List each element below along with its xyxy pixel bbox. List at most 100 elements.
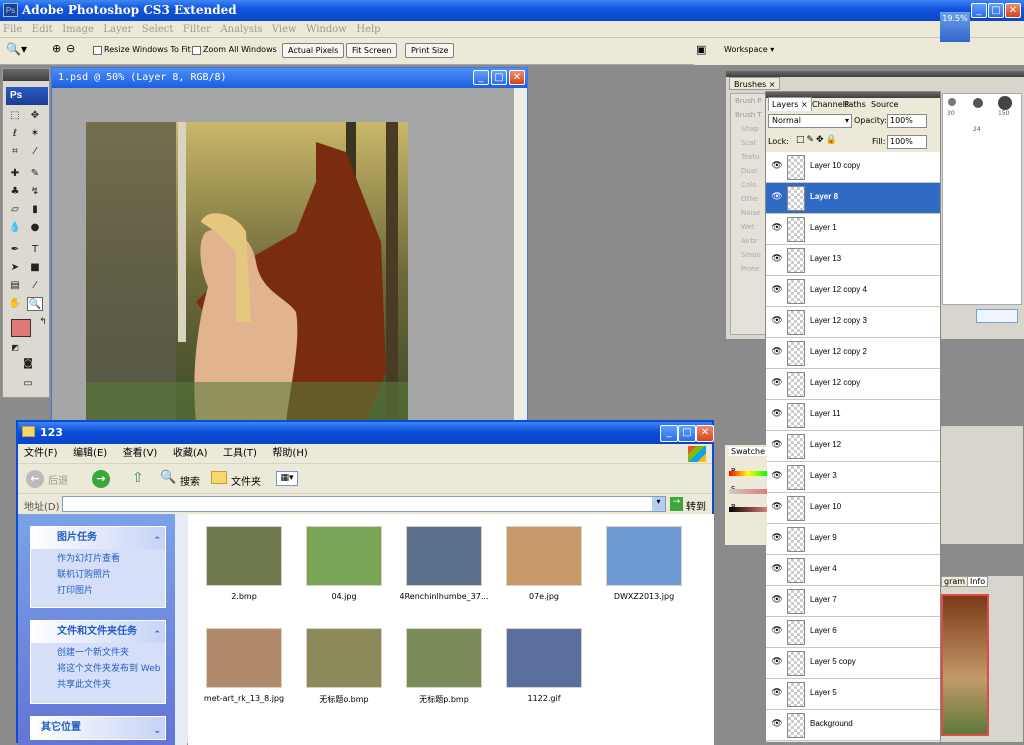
eye-icon[interactable]: 👁 — [771, 564, 783, 574]
layer-thumbnail[interactable] — [787, 589, 805, 614]
tab-source[interactable]: Source — [871, 98, 898, 112]
eraser-tool-icon[interactable]: ▱ — [7, 203, 23, 217]
menu-help[interactable]: Help — [353, 21, 383, 38]
layer-thumbnail[interactable] — [787, 186, 805, 211]
move-tool-icon[interactable]: ✥ — [27, 109, 43, 123]
maximize-button[interactable]: □ — [988, 3, 1004, 18]
fill-field[interactable]: 100% — [887, 135, 927, 149]
menu-image[interactable]: Image — [59, 21, 97, 38]
menu-filter[interactable]: Filter — [180, 21, 214, 38]
brush-protect-item[interactable]: Prote — [731, 262, 769, 276]
task-share-folder[interactable]: 共享此文件夹 — [31, 675, 165, 691]
document-canvas[interactable] — [86, 122, 408, 422]
tab-histogram[interactable]: gram — [941, 576, 969, 587]
eye-icon[interactable]: 👁 — [771, 595, 783, 605]
history-brush-tool-icon[interactable]: ↯ — [27, 185, 43, 199]
brush-color-item[interactable]: Colo — [731, 178, 769, 192]
brush-shape-item[interactable]: Shap — [731, 122, 769, 136]
layer-row[interactable]: 👁 Layer 3 — [766, 462, 940, 493]
tab-brushes[interactable]: Brushes × — [729, 77, 781, 90]
layer-row[interactable]: 👁 Layer 12 — [766, 431, 940, 462]
doc-close-button[interactable]: ✕ — [509, 70, 525, 85]
layer-thumbnail[interactable] — [787, 651, 805, 676]
workspace-menu[interactable]: Workspace ▾ — [724, 45, 774, 54]
file-thumbnail[interactable] — [306, 628, 382, 688]
minimize-button[interactable]: _ — [971, 3, 987, 18]
brush-dot[interactable] — [948, 98, 956, 106]
address-dropdown-icon[interactable]: ▾ — [652, 497, 665, 511]
foreground-color-swatch[interactable] — [11, 319, 31, 337]
file-thumbnail[interactable] — [606, 526, 682, 586]
menu-select[interactable]: Select — [139, 21, 177, 38]
file-thumbnail[interactable] — [206, 526, 282, 586]
color-slider-r[interactable] — [729, 471, 767, 476]
dodge-tool-icon[interactable]: ● — [27, 221, 43, 235]
brush-dual-item[interactable]: Dual — [731, 164, 769, 178]
eye-icon[interactable]: 👁 — [771, 502, 783, 512]
layer-thumbnail[interactable] — [787, 403, 805, 428]
go-button-label[interactable]: 转到 — [686, 498, 706, 513]
doc-minimize-button[interactable]: _ — [473, 70, 489, 85]
collapse-icon[interactable]: ⌃ — [153, 530, 161, 552]
tab-paths[interactable]: Paths — [844, 98, 866, 112]
file-item[interactable]: 2.bmp — [198, 526, 290, 601]
pen-tool-icon[interactable]: ✒ — [7, 243, 23, 257]
layer-thumbnail[interactable] — [787, 558, 805, 583]
layer-row[interactable]: 👁 Layer 1 — [766, 214, 940, 245]
file-thumbnail[interactable] — [406, 526, 482, 586]
tab-swatches[interactable]: Swatche — [729, 447, 768, 456]
layer-row[interactable]: 👁 Layer 12 copy — [766, 369, 940, 400]
zoom-tool-icon[interactable]: 🔍 — [27, 297, 43, 311]
eye-icon[interactable]: 👁 — [771, 688, 783, 698]
blur-tool-icon[interactable]: 💧 — [7, 221, 23, 235]
layer-row[interactable]: 👁 Layer 12 copy 3 — [766, 307, 940, 338]
layer-row[interactable]: 👁 Layer 7 — [766, 586, 940, 617]
eyedropper-tool-icon[interactable]: ⁄ — [27, 145, 43, 159]
layer-thumbnail[interactable] — [787, 279, 805, 304]
quick-mask-icon[interactable]: ◙ — [18, 357, 38, 371]
task-pane-scrollbar[interactable] — [175, 514, 187, 745]
file-tasks-title[interactable]: 文件和文件夹任务 ⌃ — [31, 621, 165, 643]
resize-windows-checkbox[interactable] — [93, 46, 102, 55]
eye-icon[interactable]: 👁 — [771, 285, 783, 295]
xmenu-tools[interactable]: 工具(T) — [217, 444, 263, 464]
measure-eyedropper-tool-icon[interactable]: ⁄ — [27, 279, 43, 293]
eye-icon[interactable]: 👁 — [771, 657, 783, 667]
layer-thumbnail[interactable] — [787, 155, 805, 180]
file-thumbnail[interactable] — [206, 628, 282, 688]
layer-thumbnail[interactable] — [787, 217, 805, 242]
layer-row[interactable]: 👁 Layer 12 copy 2 — [766, 338, 940, 369]
folders-icon[interactable] — [211, 471, 227, 484]
file-thumbnail[interactable] — [306, 526, 382, 586]
views-icon[interactable]: ▦▾ — [276, 471, 298, 486]
brush-preview-area[interactable]: 30 150 24 — [942, 93, 1022, 305]
xmenu-file[interactable]: 文件(F) — [18, 444, 64, 464]
xmenu-edit[interactable]: 编辑(E) — [67, 444, 113, 464]
xmenu-view[interactable]: 查看(V) — [117, 444, 164, 464]
eye-icon[interactable]: 👁 — [771, 192, 783, 202]
eye-icon[interactable]: 👁 — [771, 223, 783, 233]
bridge-icon[interactable]: ▣ — [696, 43, 716, 59]
menu-file[interactable]: File — [0, 21, 25, 38]
layer-row[interactable]: 👁 Layer 4 — [766, 555, 940, 586]
actual-pixels-button[interactable]: Actual Pixels — [282, 43, 345, 58]
clone-stamp-tool-icon[interactable]: ♣ — [7, 185, 23, 199]
file-thumbnail[interactable] — [406, 628, 482, 688]
menu-layer[interactable]: Layer — [100, 21, 135, 38]
forward-arrow-icon[interactable]: → — [92, 470, 110, 488]
file-item[interactable]: 无标题p.bmp — [398, 628, 490, 705]
eye-icon[interactable]: 👁 — [771, 161, 783, 171]
hand-tool-icon[interactable]: ✋ — [7, 297, 23, 311]
tab-layers[interactable]: Layers × — [768, 97, 812, 111]
file-item[interactable]: DWXZ2013.jpg — [598, 526, 690, 601]
menu-view[interactable]: View — [269, 21, 300, 38]
layer-thumbnail[interactable] — [787, 713, 805, 738]
crop-tool-icon[interactable]: ⌗ — [7, 145, 23, 159]
task-publish-web[interactable]: 将这个文件夹发布到 Web — [31, 659, 165, 675]
healing-brush-tool-icon[interactable]: ✚ — [7, 167, 23, 181]
blend-mode-select[interactable]: Normal ▾ — [768, 114, 852, 128]
color-slider-s[interactable] — [729, 489, 767, 494]
print-size-button[interactable]: Print Size — [405, 43, 455, 58]
menu-edit[interactable]: Edit — [29, 21, 56, 38]
file-item[interactable]: 1122.gif — [498, 628, 590, 703]
